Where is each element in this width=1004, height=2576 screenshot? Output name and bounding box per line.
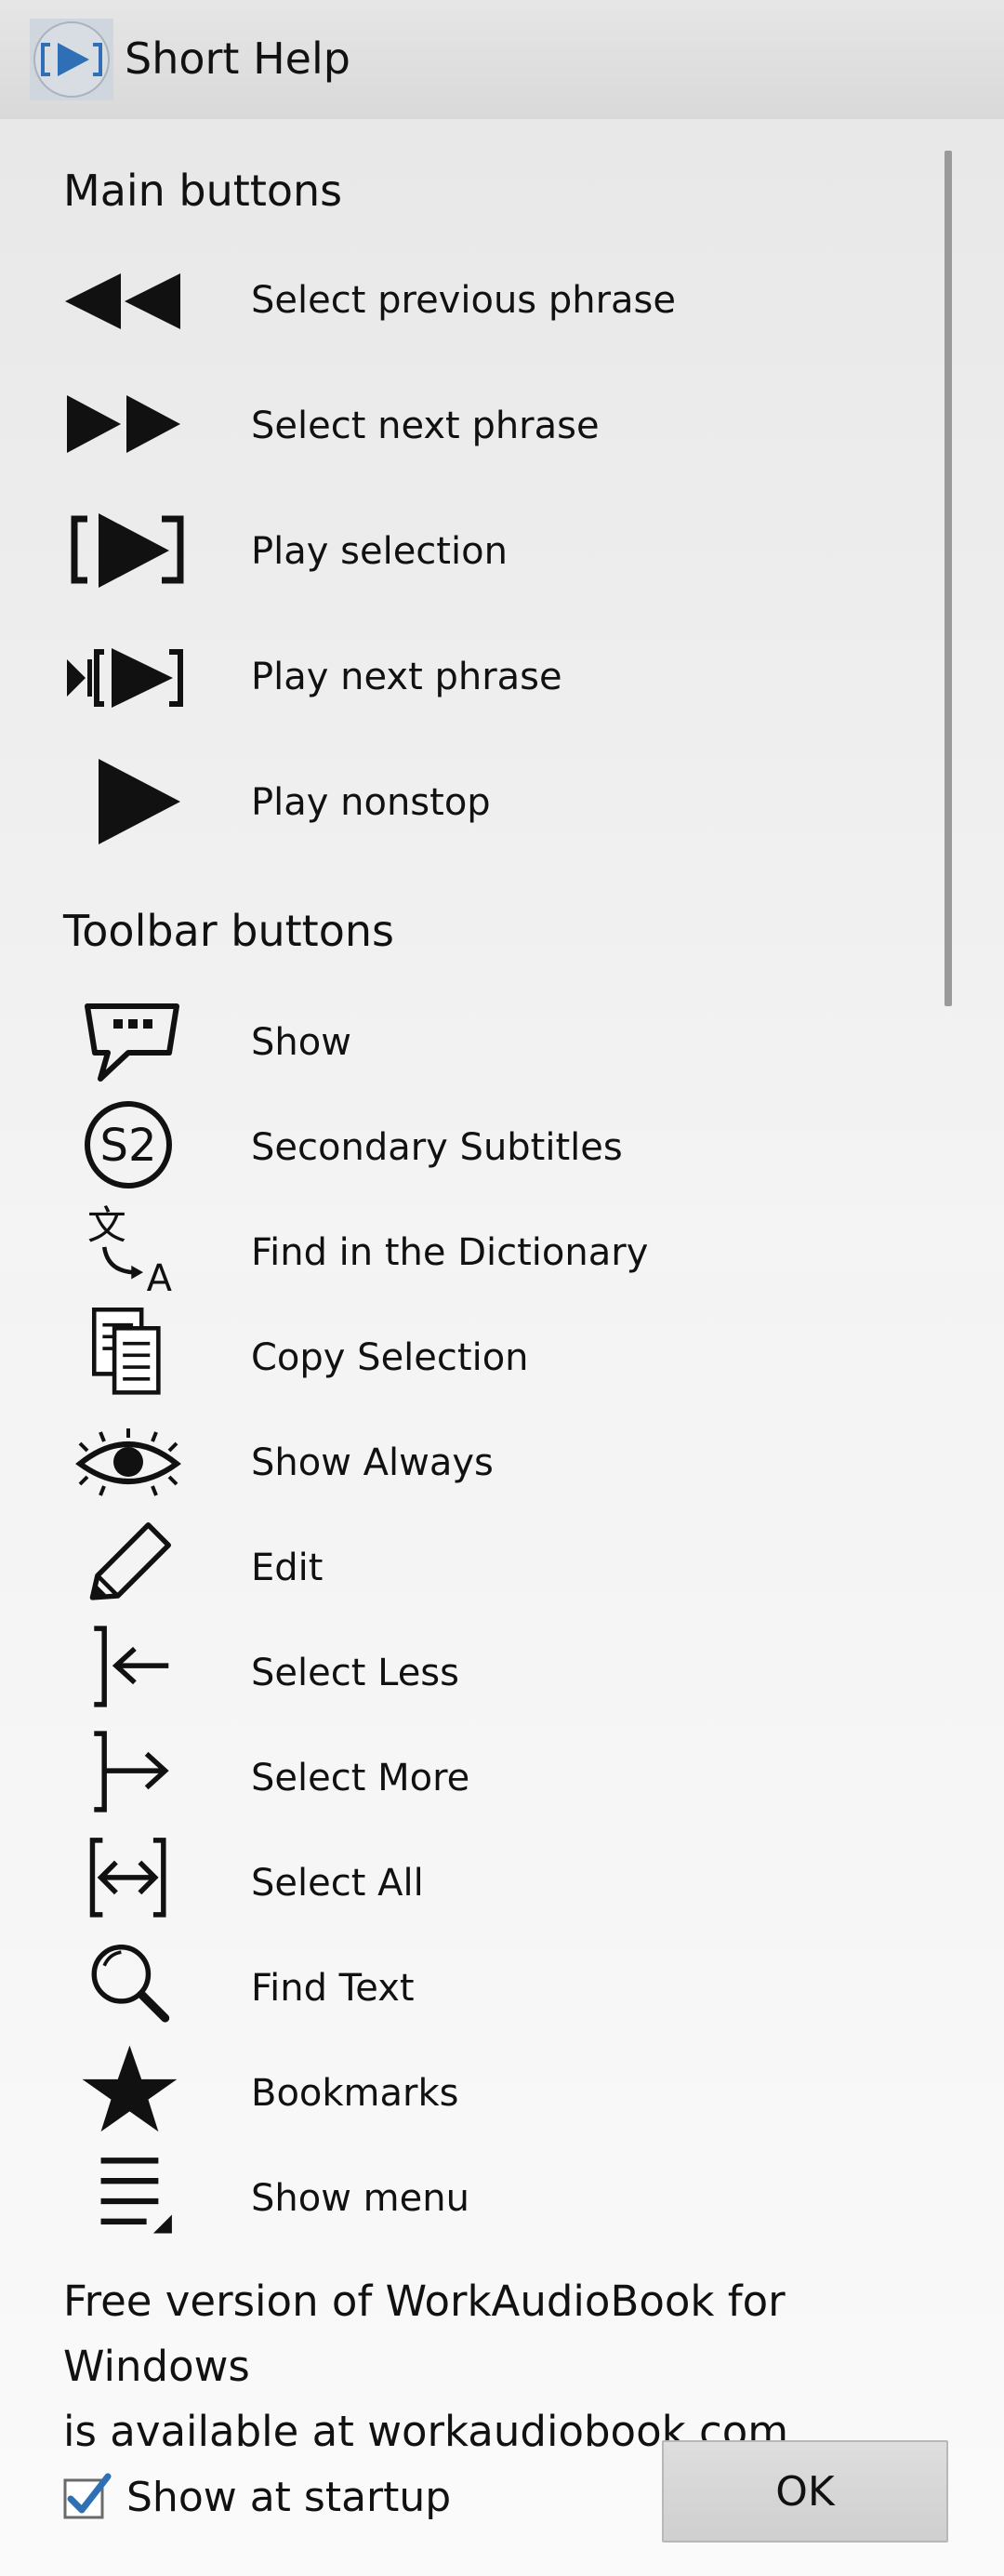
fast-forward-icon <box>67 395 180 453</box>
help-row: Show menu <box>0 2149 930 2251</box>
help-row-label: Copy Selection <box>251 1336 529 1379</box>
help-row: Play selection <box>0 500 930 603</box>
help-row-label: Select Less <box>251 1652 459 1694</box>
s2-circle-icon: S2 <box>85 1101 172 1188</box>
help-row-label: Find in the Dictionary <box>251 1231 649 1274</box>
scrollbar[interactable] <box>945 151 952 1006</box>
help-row: Select Less <box>0 1624 930 1726</box>
help-row: Show Always <box>0 1414 930 1516</box>
help-row: Select next phrase <box>0 375 930 477</box>
help-row: Edit <box>0 1519 930 1621</box>
select-less-icon <box>94 1626 169 1707</box>
main-buttons-heading: Main buttons <box>63 166 343 216</box>
star-icon <box>82 2045 178 2132</box>
help-row-label: Play next phrase <box>251 656 562 698</box>
toolbar-buttons-heading: Toolbar buttons <box>63 906 394 956</box>
translate-icon: 文 A <box>87 1202 173 1293</box>
svg-text:文: 文 <box>87 1202 126 1248</box>
magnifier-icon <box>91 1945 170 2023</box>
play-icon <box>99 759 180 844</box>
ok-button[interactable]: OK <box>662 2440 948 2543</box>
help-row: Play nonstop <box>0 751 930 854</box>
help-row-label: Edit <box>251 1547 324 1589</box>
menu-icon <box>100 2158 172 2234</box>
help-row: Select More <box>0 1729 930 1831</box>
help-row-label: Show menu <box>251 2177 469 2220</box>
select-all-icon <box>89 1838 166 1918</box>
help-row-label: Select previous phrase <box>251 279 676 322</box>
help-row-label: Find Text <box>251 1967 415 2010</box>
select-more-icon <box>94 1731 169 1812</box>
play-next-phrase-icon <box>67 648 183 708</box>
promo-text-line-1: Free version of WorkAudioBook for Window… <box>63 2277 786 2391</box>
help-row: Copy Selection <box>0 1308 930 1411</box>
help-row-label: Secondary Subtitles <box>251 1126 623 1169</box>
speech-bubble-icon <box>85 1003 179 1082</box>
help-row: Play next phrase <box>0 626 930 728</box>
help-row-label: Show <box>251 1021 351 1064</box>
help-row: Find Text <box>0 1939 930 2041</box>
app-icon <box>30 19 113 100</box>
help-row-label: Select All <box>251 1862 424 1905</box>
promo-text: Free version of WorkAudioBook for Window… <box>63 2269 974 2464</box>
show-at-startup-label[interactable]: Show at startup <box>126 2474 451 2521</box>
window-title: Short Help <box>125 33 350 84</box>
help-row: Select previous phrase <box>0 249 930 352</box>
help-row: 文 A Find in the Dictionary <box>0 1202 930 1306</box>
help-row-label: Select More <box>251 1757 470 1799</box>
copy-documents-icon <box>92 1308 161 1395</box>
help-row: Select All <box>0 1834 930 1936</box>
title-bar: Short Help <box>0 0 1004 119</box>
help-row-label: Bookmarks <box>251 2072 459 2115</box>
eye-icon <box>75 1428 181 1496</box>
svg-text:A: A <box>147 1257 173 1293</box>
help-row: Bookmarks <box>0 2044 930 2146</box>
help-row: Show <box>0 993 930 1095</box>
help-row-label: Play selection <box>251 530 508 573</box>
svg-text:S2: S2 <box>99 1120 156 1172</box>
help-row-label: Play nonstop <box>251 781 491 824</box>
pencil-icon <box>89 1522 171 1600</box>
rewind-icon <box>65 273 180 329</box>
show-at-startup-checkbox[interactable] <box>61 2471 113 2523</box>
help-row-label: Show Always <box>251 1441 494 1484</box>
help-row: S2 Secondary Subtitles <box>0 1098 930 1201</box>
help-row-label: Select next phrase <box>251 405 600 447</box>
play-selection-icon <box>71 513 184 588</box>
